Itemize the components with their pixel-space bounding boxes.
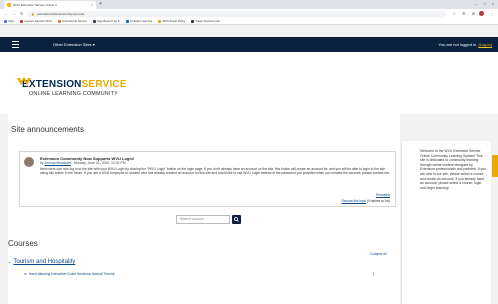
post-body: New users can now log in to the site wit… (40, 167, 390, 176)
course-name: Hand Washing Interactive Guide Nonlinear… (28, 272, 115, 276)
courses-heading: Courses (8, 239, 38, 248)
course-icon: ⊞ (24, 272, 27, 276)
author-link[interactable]: Joshua Meadows (45, 161, 71, 165)
search-icon (234, 217, 239, 222)
welcome-text: Welcome to the WVU Extension Service Onl… (420, 149, 486, 190)
bookmark-icon (191, 19, 195, 23)
login-status: You are not logged in. (Log in) (439, 42, 492, 47)
bookmark-icon (126, 19, 130, 23)
bookmark-apps[interactable]: Apps (4, 19, 14, 23)
star-icon[interactable]: ☆ (452, 11, 456, 16)
bookmarks-bar: Apps Learner Reports WVU Instructional S… (0, 18, 498, 25)
browser-tab[interactable]: WVU Extension Service Online C × (4, 1, 96, 9)
login-link[interactable]: (Log in) (478, 42, 492, 47)
discuss-line: Discuss this topic (0 replies so far) (341, 199, 390, 203)
new-tab-button[interactable]: + (99, 1, 102, 7)
site-announcements-heading: Site announcements (11, 125, 84, 134)
flying-wv-icon (17, 77, 31, 85)
menu-icon[interactable]: ⋮ (490, 11, 494, 16)
logo-wordmark: EXTENSIONSERVICE (22, 79, 127, 90)
category-name: Tourism and Hospitality (13, 259, 76, 265)
logo-tagline: ONLINE LEARNING COMMUNITY (29, 91, 118, 97)
collapse-all-link[interactable]: Collapse all (370, 252, 386, 256)
extensions-icon[interactable]: ⚙ (462, 11, 466, 16)
course-item[interactable]: ⊞ Hand Washing Interactive Guide Nonlinea… (24, 272, 114, 276)
hamburger-menu-icon[interactable] (12, 41, 19, 48)
bookmark-icon (57, 19, 61, 23)
chevron-down-icon: ⌄ (8, 259, 12, 264)
minimize-button[interactable]: – (475, 1, 477, 6)
category-tourism[interactable]: ⌄ Tourism and Hospitality (8, 259, 75, 265)
announcement-post: Extension Community Now Supports WVU Log… (19, 151, 396, 207)
site-navbar: Other Extension Sites ▾ You are not logg… (0, 37, 498, 52)
bookmark-1[interactable]: Learner Reports WVU (20, 19, 52, 23)
browser-tabstrip: WVU Extension Service Online C × + – □ × (0, 0, 498, 9)
bookmark-6[interactable]: Travel Services | Ex (191, 19, 220, 23)
puzzle-icon[interactable]: ⊞ (472, 11, 475, 16)
other-sites-dropdown[interactable]: Other Extension Sites ▾ (53, 42, 95, 47)
discuss-topic-link[interactable]: Discuss this topic (341, 199, 366, 203)
page-header: EXTENSIONSERVICE ONLINE LEARNING COMMUNI… (0, 52, 498, 114)
permalink-link[interactable]: Permalink (376, 193, 390, 197)
bookmark-4[interactable]: LinkedIn Learning (126, 19, 152, 23)
author-avatar[interactable] (24, 157, 34, 167)
favicon-icon (7, 3, 11, 7)
forward-icon[interactable]: → (12, 11, 16, 16)
welcome-sidebar: Welcome to the WVU Extension Service Onl… (401, 141, 491, 304)
window-controls: – □ × (475, 1, 494, 6)
apps-icon (4, 19, 7, 23)
url-field[interactable]: 🔒 extensiononlinecommunity.wvu.edu (27, 10, 447, 17)
profile-avatar[interactable] (479, 11, 484, 16)
reload-icon[interactable]: ↻ (20, 11, 23, 16)
search-courses-input[interactable]: Search courses (176, 215, 230, 224)
tab-title: WVU Extension Service Online C (13, 3, 58, 7)
bookmark-icon (93, 19, 97, 23)
course-info-icon[interactable]: ℹ (373, 272, 374, 276)
address-bar: ← → ↻ 🔒 extensiononlinecommunity.wvu.edu… (0, 9, 498, 18)
bookmark-5[interactable]: WVU Fiscal Policy (158, 19, 185, 23)
bookmark-icon (20, 19, 24, 23)
maximize-button[interactable]: □ (483, 1, 485, 6)
drawer-toggle-tab[interactable] (492, 155, 498, 177)
lock-icon: 🔒 (31, 11, 36, 16)
close-tab-icon[interactable]: × (91, 3, 93, 7)
search-button[interactable] (232, 215, 241, 224)
bookmark-2[interactable]: Instructional Service (57, 19, 87, 23)
post-byline: by Joshua Meadows - Monday, June 22, 202… (40, 161, 126, 165)
site-logo[interactable]: EXTENSIONSERVICE ONLINE LEARNING COMMUNI… (17, 77, 127, 97)
bookmark-icon (158, 19, 162, 23)
url-text: extensiononlinecommunity.wvu.edu (37, 11, 85, 16)
back-icon[interactable]: ← (4, 11, 8, 16)
bookmark-3[interactable]: Stay Bound Log In (93, 19, 120, 23)
close-window-button[interactable]: × (492, 1, 494, 6)
not-logged-in-text: You are not logged in. (438, 42, 479, 47)
